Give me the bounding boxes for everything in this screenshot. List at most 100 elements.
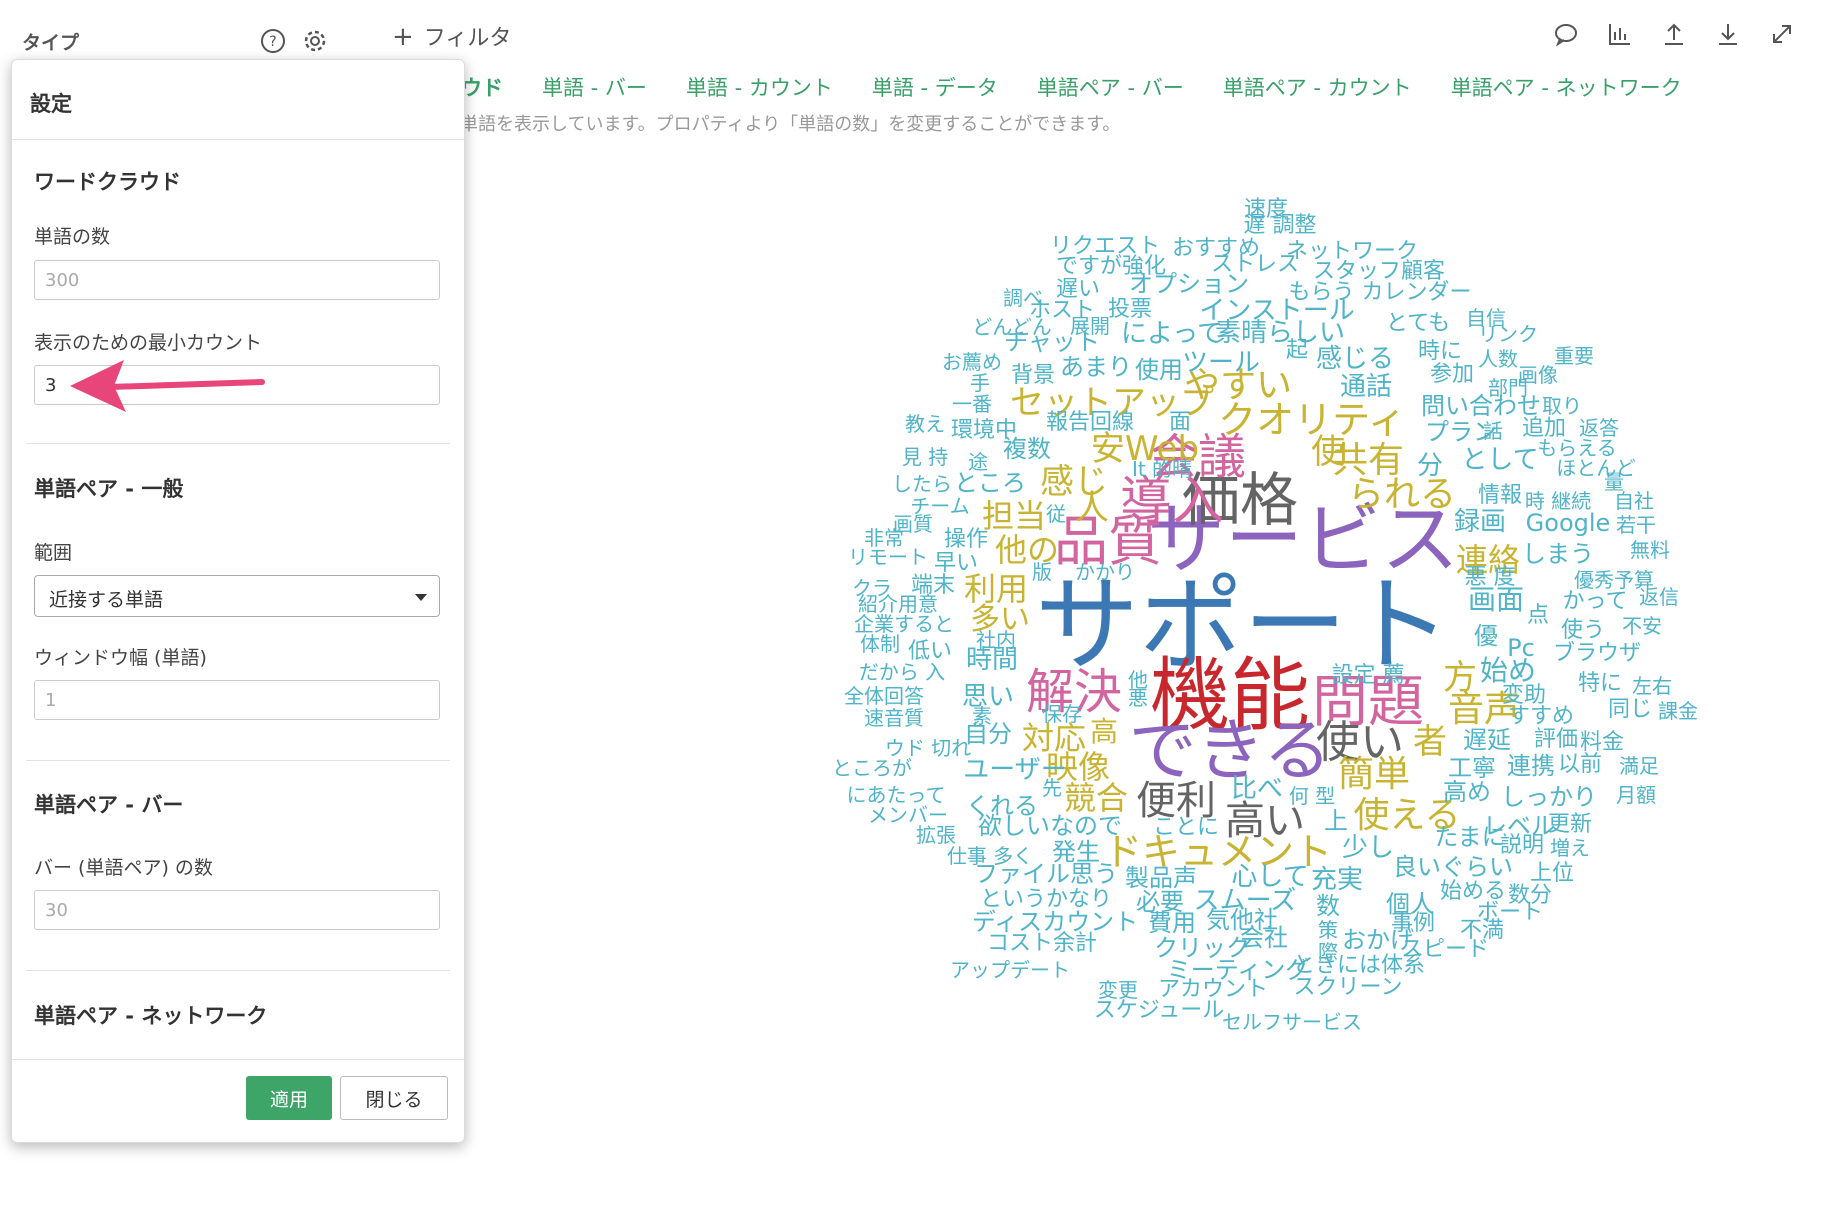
cloud-word: られる xyxy=(1347,474,1457,515)
bar-count-input[interactable] xyxy=(34,890,440,930)
cloud-word: 点 xyxy=(1526,603,1550,628)
close-button[interactable]: 閉じる xyxy=(340,1076,448,1120)
cloud-word: 料金 xyxy=(1579,730,1625,755)
tab-word-data[interactable]: 単語 - データ xyxy=(872,72,998,102)
help-icon[interactable]: ? xyxy=(260,28,286,54)
cloud-word: 投票 xyxy=(1107,297,1153,322)
cloud-word: 高め xyxy=(1443,778,1491,806)
cloud-word: スクリーン xyxy=(1293,975,1403,1000)
cloud-word: 使う xyxy=(1560,618,1606,643)
cloud-word: 背景 xyxy=(1010,363,1056,388)
plus-icon: + xyxy=(392,22,414,52)
cloud-word: すすめ xyxy=(1507,704,1575,729)
cloud-word: 方 xyxy=(1443,658,1477,698)
caret-down-icon xyxy=(415,594,427,601)
section-title-pair-general: 単語ペア - 一般 xyxy=(34,477,184,501)
tab-pair-bar[interactable]: 単語ペア - バー xyxy=(1037,72,1184,102)
cloud-word: 高 xyxy=(1089,715,1119,748)
tab-word-count[interactable]: 単語 - カウント xyxy=(686,72,833,102)
cloud-word: 不安 xyxy=(1622,614,1662,638)
cloud-word: 面 xyxy=(1168,410,1192,435)
cloud-word: 際 xyxy=(1318,940,1338,964)
cloud-word: 手 xyxy=(970,371,990,395)
apply-button[interactable]: 適用 xyxy=(246,1076,332,1120)
cloud-word: にあたって xyxy=(846,783,946,807)
cloud-word: 紹介用意 xyxy=(858,592,938,616)
word-count-input[interactable] xyxy=(34,260,440,300)
cloud-word: 会社 xyxy=(1240,924,1288,952)
cloud-word: スタッフ顧客 xyxy=(1312,259,1446,284)
cloud-word: かかり xyxy=(1075,560,1135,584)
cloud-word: 拡張 xyxy=(916,823,956,847)
cloud-word: 情報 xyxy=(1477,483,1523,508)
cloud-word: 取り xyxy=(1542,394,1582,418)
cloud-word: 製品声 xyxy=(1125,864,1197,892)
cloud-word: 操作 xyxy=(943,527,989,552)
cloud-word: ですが強化 xyxy=(1055,254,1167,279)
cloud-word: 比べ xyxy=(1230,774,1284,804)
cloud-word: 充実 xyxy=(1310,865,1364,895)
panel-title: 設定 xyxy=(30,92,72,116)
add-filter-button[interactable]: + フィルタ xyxy=(392,20,511,52)
expand-icon[interactable] xyxy=(1768,20,1796,48)
cloud-word: 報告回線 xyxy=(1045,410,1135,435)
cloud-word: 数 xyxy=(1316,892,1340,920)
cloud-word: ツール xyxy=(1181,348,1261,378)
cloud-word: もらう カレンダー xyxy=(1288,280,1472,305)
cloud-word: 課金 xyxy=(1658,699,1698,723)
range-select[interactable]: 近接する単語 xyxy=(34,575,440,617)
cloud-word: 仕事 多く xyxy=(946,844,1034,868)
cloud-word: 人数 xyxy=(1478,347,1518,371)
cloud-word: ことに xyxy=(1152,815,1220,840)
cloud-word: 費用 xyxy=(1148,909,1196,937)
chart-icon[interactable] xyxy=(1606,20,1634,48)
min-count-label: 表示のための最小カウント xyxy=(34,332,263,354)
tab-pair-count[interactable]: 単語ペア - カウント xyxy=(1223,72,1412,102)
cloud-word: 優 xyxy=(1474,622,1498,650)
cloud-word: 全体回答 xyxy=(844,684,924,708)
cloud-word: 評価 xyxy=(1533,727,1579,752)
window-width-input[interactable] xyxy=(34,680,440,720)
cloud-word: 設定 薦 xyxy=(1331,663,1405,688)
cloud-word: 利用 xyxy=(963,570,1029,608)
cloud-word: 簡単 xyxy=(1337,754,1411,795)
cloud-word: 担当 xyxy=(981,497,1047,535)
cloud-word: 自社 xyxy=(1614,489,1654,513)
divider xyxy=(26,443,450,444)
cloud-word: 返答 xyxy=(1579,416,1619,440)
window-width-label: ウィンドウ幅 (単語) xyxy=(34,647,207,669)
cloud-word: 優秀予算 xyxy=(1574,568,1654,592)
gear-icon[interactable] xyxy=(302,28,328,54)
cloud-word: 工寧 xyxy=(1448,754,1496,782)
cloud-word: 話 xyxy=(1483,419,1503,443)
word-cloud: サポート 機能 サービス できる 価格 問題 品質 導入 解決 会議 使い 便利 高い クオリティ ドキュメ… xyxy=(650,180,1698,1170)
cloud-word: 速音質 xyxy=(864,706,924,730)
tab-word-bar[interactable]: 単語 - バー xyxy=(542,72,647,102)
cloud-word: 企業すると xyxy=(854,612,954,636)
cloud-word: 月額 xyxy=(1616,783,1656,807)
cloud-word: おすすめ xyxy=(1171,236,1261,261)
upload-icon[interactable] xyxy=(1660,20,1688,48)
cloud-word: したら xyxy=(892,472,952,496)
cloud-word: 重要 xyxy=(1554,344,1594,368)
cloud-word: 遅延 xyxy=(1463,726,1511,754)
cloud-word: ウド 切れ xyxy=(884,736,972,760)
cloud-word: 時に xyxy=(1417,339,1463,364)
section-title-pair-network: 単語ペア - ネットワーク xyxy=(34,1004,268,1028)
cloud-word: 以前 xyxy=(1557,752,1603,777)
range-label: 範囲 xyxy=(34,542,73,564)
cloud-word: 更新 xyxy=(1547,812,1593,837)
cloud-word: だから 入 xyxy=(858,660,946,684)
cloud-word: 素 xyxy=(972,704,992,728)
cloud-word: 増え xyxy=(1550,836,1590,860)
comment-icon[interactable] xyxy=(1552,20,1580,48)
tab-pair-network[interactable]: 単語ペア - ネットワーク xyxy=(1451,72,1682,102)
cloud-word: 欲しいなので xyxy=(978,812,1122,840)
cloud-word: 参加 xyxy=(1429,362,1475,387)
cloud-word: 無料 xyxy=(1630,538,1670,562)
cloud-word: 量 xyxy=(1604,470,1624,494)
download-icon[interactable] xyxy=(1714,20,1742,48)
cloud-word: 競合 xyxy=(1063,779,1129,817)
cloud-word: メンバー xyxy=(868,803,948,827)
cloud-word: お薦め xyxy=(942,350,1002,374)
